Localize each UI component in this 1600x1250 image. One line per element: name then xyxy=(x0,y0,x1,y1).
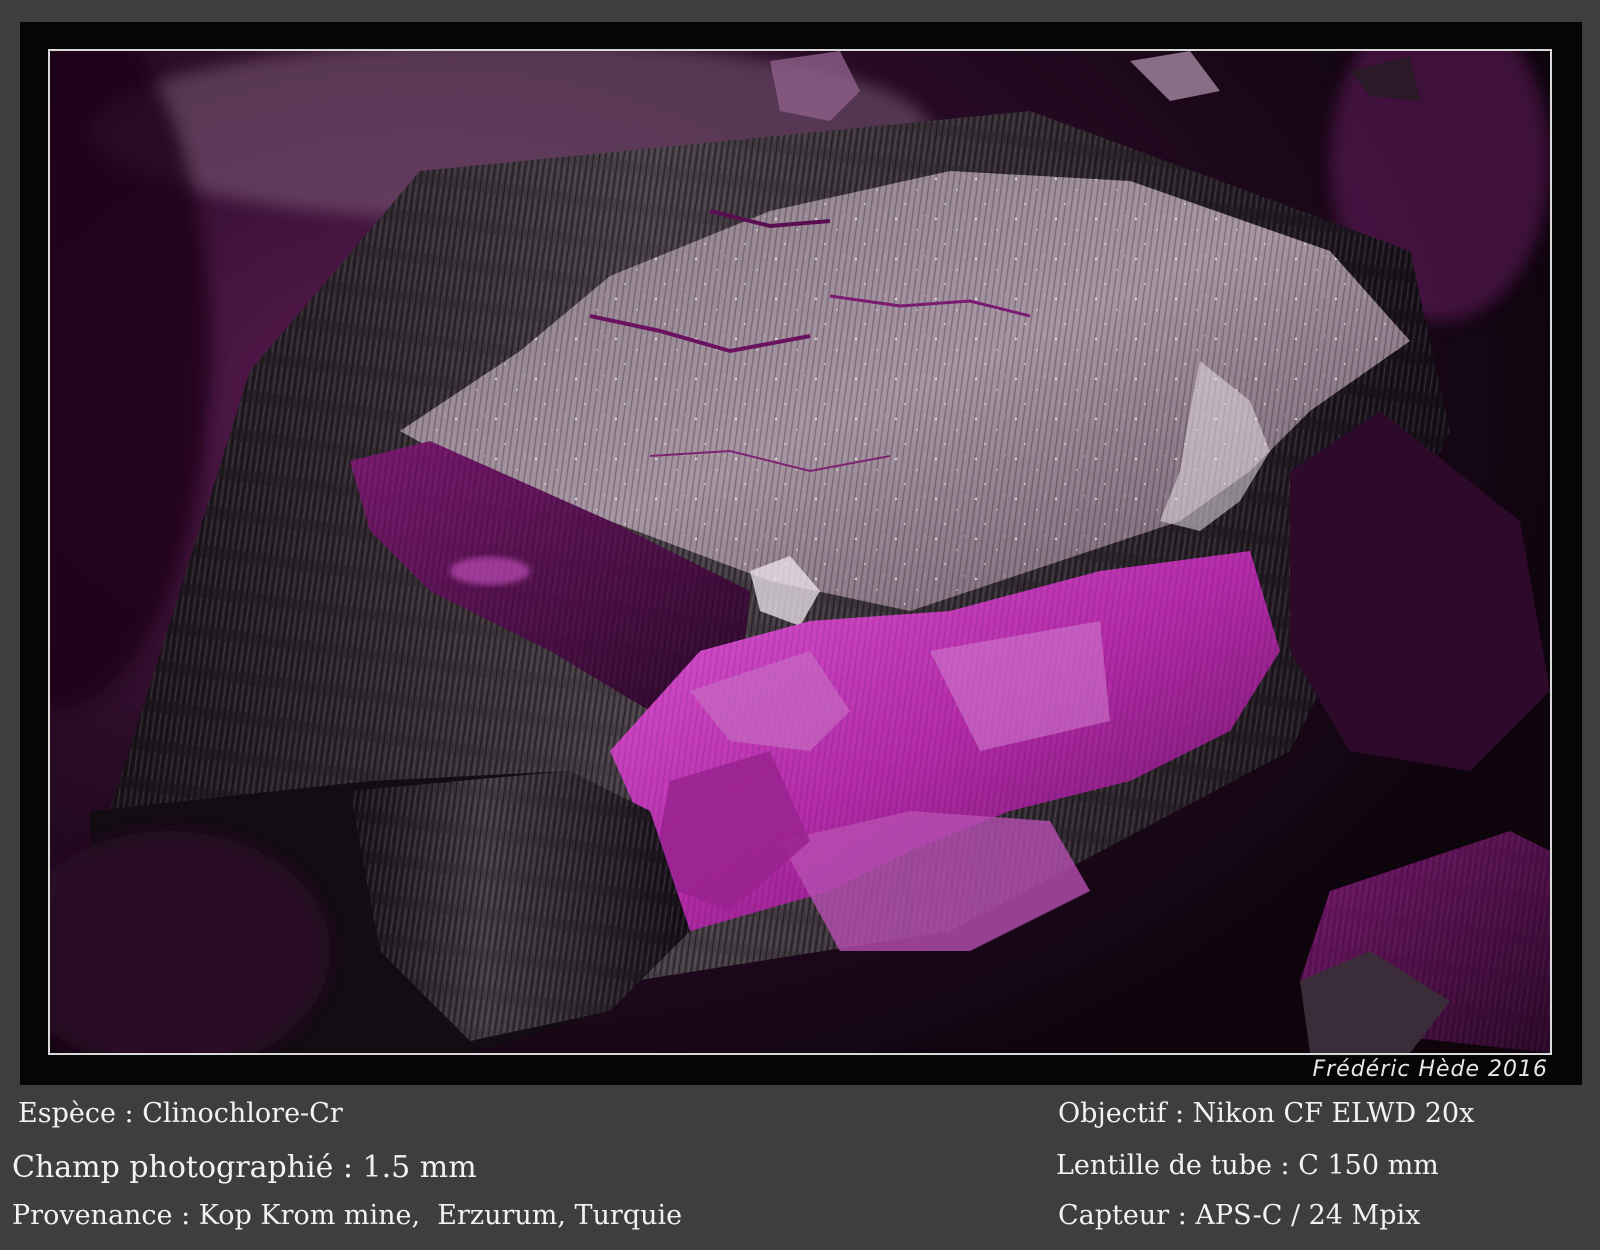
photo-frame: Frédéric Hède 2016 Espèce : Clinochlore-… xyxy=(0,0,1600,1250)
field-of-view-caption: Champ photographié : 1.5 mm xyxy=(12,1150,477,1185)
sensor-caption: Capteur : APS-C / 24 Mpix xyxy=(1058,1200,1421,1231)
provenance-caption: Provenance : Kop Krom mine, Erzurum, Tur… xyxy=(12,1200,683,1231)
mineral-photo xyxy=(48,49,1552,1055)
objective-caption: Objectif : Nikon CF ELWD 20x xyxy=(1058,1098,1475,1129)
tube-lens-caption: Lentille de tube : C 150 mm xyxy=(1056,1150,1439,1181)
species-caption: Espèce : Clinochlore-Cr xyxy=(18,1098,343,1129)
photographer-signature: Frédéric Hède 2016 xyxy=(1312,1057,1548,1082)
